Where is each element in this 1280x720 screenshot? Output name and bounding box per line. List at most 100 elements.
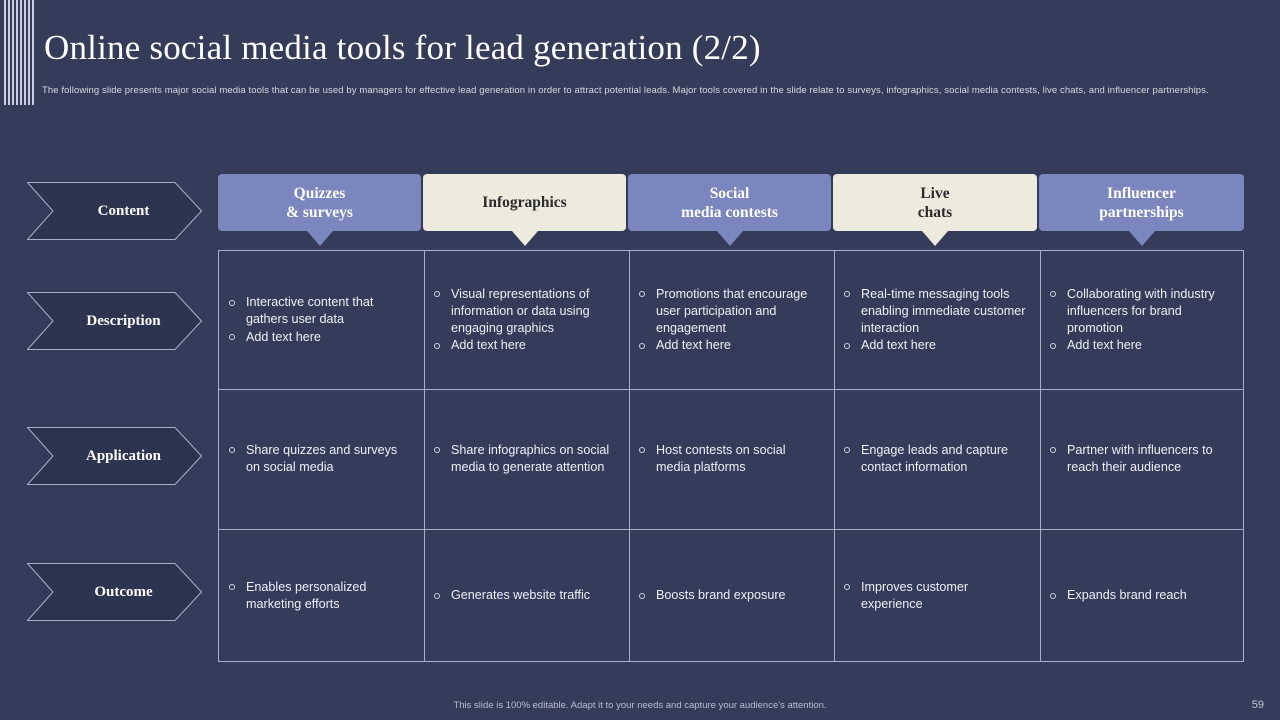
footer-note: This slide is 100% editable. Adapt it to… xyxy=(453,700,827,711)
hollow-circle-bullet-icon xyxy=(639,291,645,298)
table-cell[interactable]: Host contests on social media platforms xyxy=(629,389,832,529)
list-item-text: Add text here xyxy=(451,338,526,353)
hollow-circle-bullet-icon xyxy=(639,592,645,599)
table-cell[interactable]: Expands brand reach xyxy=(1040,529,1245,663)
list-item: Collaborating with industry influencers … xyxy=(1048,286,1235,338)
hollow-circle-bullet-icon xyxy=(639,342,645,349)
table-cell[interactable]: Real-time messaging tools enabling immed… xyxy=(834,251,1038,389)
list-item-text: Collaborating with industry influencers … xyxy=(1067,286,1215,335)
list-item-text: Share infographics on social media to ge… xyxy=(451,442,610,474)
list-item: Promotions that encourage user participa… xyxy=(637,286,822,338)
cell-bullet-list: Collaborating with industry influencers … xyxy=(1048,286,1235,355)
slide-subtitle: The following slide presents major socia… xyxy=(42,85,1209,96)
table-cell[interactable]: Share infographics on social media to ge… xyxy=(424,389,627,529)
list-item: Share quizzes and surveys on social medi… xyxy=(227,442,412,476)
table-cell[interactable]: Improves customer experience xyxy=(834,529,1038,663)
list-item: Add text here xyxy=(637,337,822,354)
cell-bullet-list: Generates website traffic xyxy=(432,587,617,604)
table-cell[interactable]: Enables personalized marketing efforts xyxy=(219,529,422,663)
table-cell[interactable]: Generates website traffic xyxy=(424,529,627,663)
hollow-circle-bullet-icon xyxy=(434,342,440,349)
column-header-label: Infographics xyxy=(482,194,567,211)
list-item-text: Add text here xyxy=(656,338,731,353)
list-item-text: Improves customer experience xyxy=(861,579,969,611)
table-cell[interactable]: Interactive content that gathers user da… xyxy=(219,251,422,389)
list-item: Add text here xyxy=(227,329,412,346)
cell-bullet-list: Real-time messaging tools enabling immed… xyxy=(842,286,1028,355)
table-cell[interactable]: Partner with influencers to reach their … xyxy=(1040,389,1245,529)
row-label-text: Application xyxy=(85,447,161,464)
list-item: Improves customer experience xyxy=(842,579,1028,613)
column-header-label: Influencer partnerships xyxy=(1099,184,1184,221)
row-label-text: Outcome xyxy=(94,583,153,600)
decorative-stripe xyxy=(20,0,22,105)
row-label-arrow-description[interactable]: Description xyxy=(27,292,202,350)
list-item: Visual representations of information or… xyxy=(432,286,617,338)
decorative-stripe xyxy=(24,0,26,105)
table-cell[interactable]: Promotions that encourage user participa… xyxy=(629,251,832,389)
list-item: Engage leads and capture contact informa… xyxy=(842,442,1028,476)
cell-bullet-list: Boosts brand exposure xyxy=(637,587,822,604)
row-label-arrow-content[interactable]: Content xyxy=(27,182,202,240)
column-header-influencer[interactable]: Influencer partnerships xyxy=(1039,174,1244,246)
hollow-circle-bullet-icon xyxy=(229,447,235,454)
cell-bullet-list: Improves customer experience xyxy=(842,579,1028,613)
cell-bullet-list: Share infographics on social media to ge… xyxy=(432,442,617,476)
list-item-text: Add text here xyxy=(861,338,936,353)
list-item: Expands brand reach xyxy=(1048,587,1235,604)
table-cell[interactable]: Share quizzes and surveys on social medi… xyxy=(219,389,422,529)
row-label-text: Description xyxy=(86,312,161,329)
column-header-live[interactable]: Live chats xyxy=(833,174,1037,246)
list-item: Partner with influencers to reach their … xyxy=(1048,442,1235,476)
cell-bullet-list: Enables personalized marketing efforts xyxy=(227,579,412,613)
list-item-text: Visual representations of information or… xyxy=(451,286,590,335)
row-label-arrow-outcome[interactable]: Outcome xyxy=(27,563,202,621)
hollow-circle-bullet-icon xyxy=(229,299,235,306)
hollow-circle-bullet-icon xyxy=(1050,291,1056,298)
hollow-circle-bullet-icon xyxy=(844,291,850,298)
hollow-circle-bullet-icon xyxy=(1050,342,1056,349)
page-number: 59 xyxy=(1251,699,1264,711)
decorative-stripe xyxy=(28,0,30,105)
column-header-label: Live chats xyxy=(917,184,953,221)
list-item: Interactive content that gathers user da… xyxy=(227,294,412,328)
list-item-text: Boosts brand exposure xyxy=(656,588,786,603)
list-item-text: Host contests on social media platforms xyxy=(656,442,786,474)
list-item-text: Promotions that encourage user participa… xyxy=(656,286,808,335)
list-item: Real-time messaging tools enabling immed… xyxy=(842,286,1028,338)
speech-pointer-icon xyxy=(716,231,743,246)
hollow-circle-bullet-icon xyxy=(1050,592,1056,599)
cell-bullet-list: Expands brand reach xyxy=(1048,587,1235,604)
list-item-text: Real-time messaging tools enabling immed… xyxy=(861,286,1026,335)
column-header-quizzes[interactable]: Quizzes & surveys xyxy=(218,174,421,246)
list-item-text: Generates website traffic xyxy=(451,588,591,603)
hollow-circle-bullet-icon xyxy=(844,447,850,454)
hollow-circle-bullet-icon xyxy=(434,447,440,454)
list-item: Enables personalized marketing efforts xyxy=(227,579,412,613)
list-item: Add text here xyxy=(1048,337,1235,354)
list-item: Generates website traffic xyxy=(432,587,617,604)
list-item-text: Add text here xyxy=(246,329,321,344)
table-cell[interactable]: Collaborating with industry influencers … xyxy=(1040,251,1245,389)
hollow-circle-bullet-icon xyxy=(229,334,235,341)
cell-bullet-list: Share quizzes and surveys on social medi… xyxy=(227,442,412,476)
list-item-text: Add text here xyxy=(1067,338,1142,353)
list-item: Add text here xyxy=(432,337,617,354)
table-cell[interactable]: Engage leads and capture contact informa… xyxy=(834,389,1038,529)
decorative-stripe xyxy=(12,0,14,105)
decorative-stripe xyxy=(8,0,10,105)
hollow-circle-bullet-icon xyxy=(844,584,850,591)
column-header-social[interactable]: Social media contests xyxy=(628,174,831,246)
cell-bullet-list: Host contests on social media platforms xyxy=(637,442,822,476)
hollow-circle-bullet-icon xyxy=(639,447,645,454)
speech-pointer-icon xyxy=(306,231,333,246)
cell-bullet-list: Promotions that encourage user participa… xyxy=(637,286,822,355)
table-cell[interactable]: Boosts brand exposure xyxy=(629,529,832,663)
list-item-text: Enables personalized marketing efforts xyxy=(246,579,367,611)
column-header-infographics[interactable]: Infographics xyxy=(423,174,626,246)
decorative-stripe xyxy=(16,0,18,105)
row-label-arrow-application[interactable]: Application xyxy=(27,427,202,485)
list-item-text: Expands brand reach xyxy=(1067,588,1187,603)
table-cell[interactable]: Visual representations of information or… xyxy=(424,251,627,389)
hollow-circle-bullet-icon xyxy=(434,592,440,599)
